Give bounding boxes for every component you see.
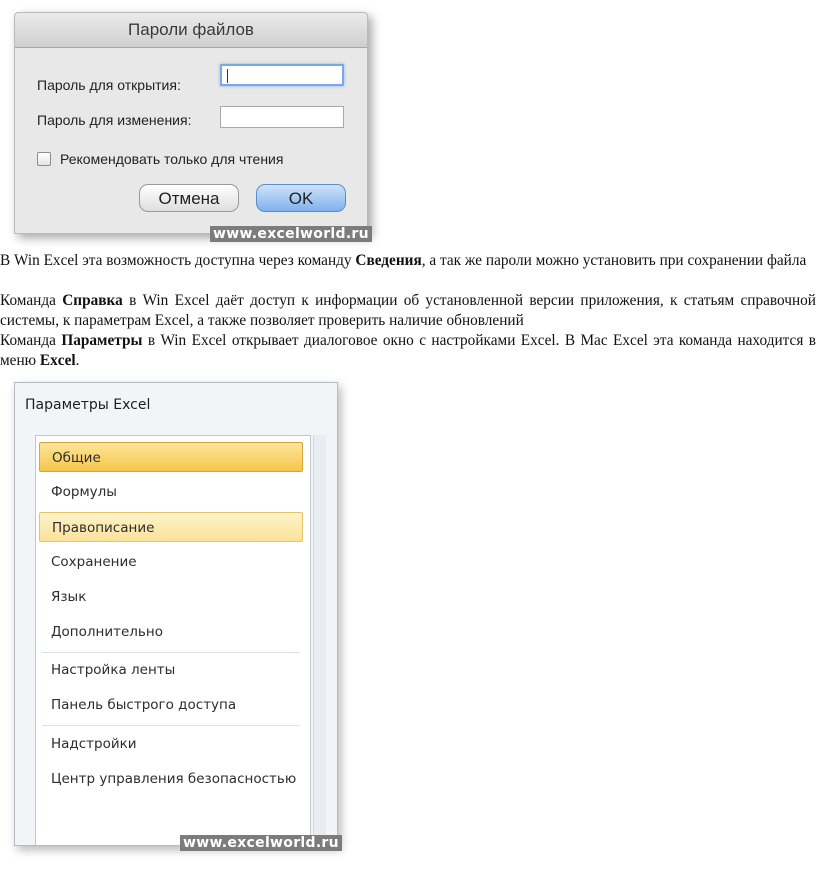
- text-caret: [227, 69, 228, 83]
- command-name: Параметры: [61, 332, 143, 349]
- open-password-field[interactable]: [220, 64, 344, 86]
- cancel-button[interactable]: Отмена: [139, 184, 239, 212]
- category-language[interactable]: Язык: [39, 582, 303, 612]
- category-save[interactable]: Сохранение: [39, 547, 303, 577]
- watermark: www.excelworld.ru: [180, 835, 342, 851]
- paragraph-text: в Win Excel даёт доступ к информации об …: [0, 292, 816, 329]
- paragraph-text: , а так же пароли можно установить при с…: [421, 252, 807, 269]
- command-name: Сведения: [355, 252, 422, 269]
- category-advanced[interactable]: Дополнительно: [39, 617, 303, 647]
- open-password-label: Пароль для открытия:: [37, 77, 181, 93]
- paragraph-text: Команда: [0, 332, 62, 349]
- window-title: Параметры Excel: [25, 397, 151, 413]
- modify-password-field[interactable]: [220, 106, 344, 128]
- category-proofing[interactable]: Правописание: [39, 512, 303, 542]
- file-passwords-dialog: Пароли файлов Пароль для открытия: Парол…: [14, 12, 368, 234]
- ok-button[interactable]: OK: [256, 184, 346, 212]
- readonly-label: Рекомендовать только для чтения: [60, 151, 284, 167]
- paragraph-text: В Win Excel эта возможность доступна чер…: [0, 252, 356, 269]
- modify-password-label: Пароль для изменения:: [37, 112, 192, 128]
- menu-name: Excel: [39, 352, 76, 369]
- paragraph-info: В Win Excel эта возможность доступна чер…: [0, 251, 816, 271]
- separator: [42, 652, 300, 653]
- readonly-checkbox[interactable]: [37, 152, 51, 166]
- category-quick-access-toolbar[interactable]: Панель быстрого доступа: [39, 690, 303, 720]
- options-category-list: Общие Формулы Правописание Сохранение Яз…: [35, 435, 311, 845]
- scrollbar[interactable]: [313, 435, 326, 845]
- paragraph-options: Команда Параметры в Win Excel открывает …: [0, 331, 816, 371]
- paragraph-text: .: [75, 352, 80, 369]
- dialog-title: Пароли файлов: [15, 13, 367, 48]
- separator: [42, 725, 300, 726]
- watermark: www.excelworld.ru: [210, 226, 372, 242]
- excel-options-window: Параметры Excel Общие Формулы Правописан…: [14, 382, 338, 846]
- command-name: Справка: [62, 292, 123, 309]
- readonly-option[interactable]: Рекомендовать только для чтения: [37, 151, 283, 167]
- category-trust-center[interactable]: Центр управления безопасностью: [39, 764, 303, 794]
- category-general[interactable]: Общие: [39, 442, 303, 472]
- category-add-ins[interactable]: Надстройки: [39, 729, 303, 759]
- category-customize-ribbon[interactable]: Настройка ленты: [39, 655, 303, 685]
- paragraph-help: Команда Справка в Win Excel даёт доступ …: [0, 291, 816, 331]
- paragraph-text: Команда: [0, 292, 63, 309]
- category-formulas[interactable]: Формулы: [39, 477, 303, 507]
